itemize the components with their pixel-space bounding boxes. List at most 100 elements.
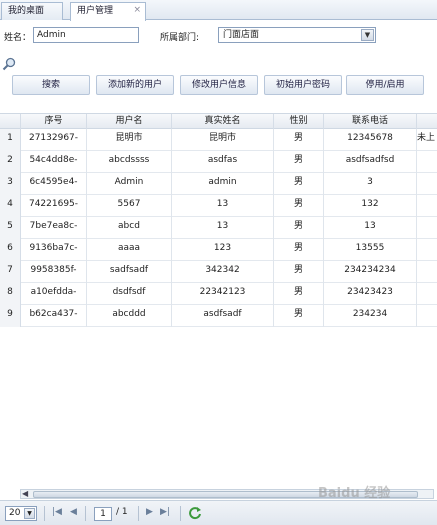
seq-cell: 9958385f- — [21, 261, 87, 283]
header-username[interactable]: 用户名 — [87, 114, 172, 129]
realname-cell: 342342 — [172, 261, 274, 283]
header-phone[interactable]: 联系电话 — [324, 114, 417, 129]
username-cell: abcddd — [87, 305, 172, 327]
grid-header: 序号 用户名 真实姓名 性别 联系电话 — [0, 113, 437, 129]
gender-cell: 男 — [274, 305, 324, 327]
phone-cell: 234234234 — [324, 261, 417, 283]
name-label: 姓名： — [4, 33, 32, 43]
row-number-cell: 5 — [0, 217, 21, 239]
chevron-down-icon[interactable]: ▼ — [361, 29, 374, 41]
first-page-icon[interactable]: |◀ — [52, 507, 62, 517]
row-number-cell: 3 — [0, 173, 21, 195]
tab-label: 用户管理 — [77, 6, 114, 16]
username-cell: abcd — [87, 217, 172, 239]
table-row[interactable]: 7 9958385f-sadfsadf 342342 男 234234234 — [0, 261, 437, 283]
table-row[interactable]: 3 6c4595e4- Admin admin 男 3 — [0, 173, 437, 195]
phone-cell: 3 — [324, 173, 417, 195]
row-number-cell: 8 — [0, 283, 21, 305]
gender-cell: 男 — [274, 283, 324, 305]
username-cell: aaaa — [87, 239, 172, 261]
pager: 20 ▼ |◀ ◀ 1 / 1 ▶ ▶| — [0, 500, 437, 525]
extra-cell — [417, 283, 437, 305]
phone-cell: 23423423 — [324, 283, 417, 305]
phone-cell: 234234 — [324, 305, 417, 327]
chevron-down-icon[interactable]: ▼ — [24, 508, 35, 519]
header-realname[interactable]: 真实姓名 — [172, 114, 274, 129]
extra-cell — [417, 151, 437, 173]
tab-user-management[interactable]: 用户管理 × — [70, 2, 146, 21]
last-page-icon[interactable]: ▶| — [160, 507, 170, 517]
page-number-input[interactable]: 1 — [94, 507, 112, 521]
phone-cell: 13555 — [324, 239, 417, 261]
extra-cell — [417, 261, 437, 283]
scroll-left-icon[interactable]: ◀ — [22, 489, 28, 498]
next-page-icon[interactable]: ▶ — [146, 507, 153, 517]
header-rownum — [0, 114, 21, 129]
pager-separator — [44, 506, 45, 521]
extra-cell — [417, 305, 437, 327]
gender-cell: 男 — [274, 173, 324, 195]
tab-label: 我的桌面 — [8, 6, 45, 16]
table-row[interactable]: 8 a10efdda-dsdfsdf 22342123 男 23423423 — [0, 283, 437, 305]
phone-cell: 132 — [324, 195, 417, 217]
search-icon[interactable] — [2, 57, 16, 71]
row-number-cell: 2 — [0, 151, 21, 173]
gender-cell: 男 — [274, 151, 324, 173]
seq-cell: 7be7ea8c- — [21, 217, 87, 239]
realname-cell: asdfsadf — [172, 305, 274, 327]
watermark-logo: Baidu 经验 — [318, 486, 391, 501]
extra-cell — [417, 217, 437, 239]
table-row[interactable]: 1 27132967- 昆明市 昆明市男 12345678 未上 — [0, 129, 437, 151]
name-input[interactable] — [33, 27, 139, 43]
prev-page-icon[interactable]: ◀ — [70, 507, 77, 517]
username-cell: Admin — [87, 173, 172, 195]
pager-separator — [85, 506, 86, 521]
page-size-select[interactable]: 20 ▼ — [5, 506, 37, 521]
gender-cell: 男 — [274, 239, 324, 261]
tab-my-desktop[interactable]: 我的桌面 — [1, 2, 63, 20]
total-pages: / 1 — [116, 507, 128, 517]
realname-cell: 昆明市 — [172, 129, 274, 151]
row-number-cell: 1 — [0, 129, 21, 151]
table-row[interactable]: 2 54c4dd8e-abcdssss asdfas 男 asdfsadfsd — [0, 151, 437, 173]
seq-cell: 9136ba7c- — [21, 239, 87, 261]
pager-separator — [180, 506, 181, 521]
department-label: 所属部门: — [160, 33, 200, 43]
search-panel: 姓名： 所属部门: 门面店面 ▼ — [0, 21, 437, 71]
row-number-cell: 6 — [0, 239, 21, 261]
extra-cell — [417, 239, 437, 261]
toggle-status-button[interactable]: 停用/启用 — [346, 75, 424, 95]
table-row[interactable]: 6 9136ba7c-aaaa 123 男 13555 — [0, 239, 437, 261]
edit-user-button[interactable]: 修改用户信息 — [180, 75, 258, 95]
username-cell: abcdssss — [87, 151, 172, 173]
refresh-icon[interactable] — [188, 506, 202, 520]
close-icon[interactable]: × — [133, 2, 141, 19]
realname-cell: admin — [172, 173, 274, 195]
gender-cell: 男 — [274, 261, 324, 283]
phone-cell: 13 — [324, 217, 417, 239]
header-gender[interactable]: 性别 — [274, 114, 324, 129]
username-cell: 5567 — [87, 195, 172, 217]
gender-cell: 男 — [274, 217, 324, 239]
add-user-button[interactable]: 添加新的用户 — [96, 75, 174, 95]
seq-cell: 6c4595e4- — [21, 173, 87, 195]
header-seq[interactable]: 序号 — [21, 114, 87, 129]
department-value: 门面店面 — [223, 30, 260, 40]
tab-bar: 我的桌面 用户管理 × — [0, 0, 437, 21]
phone-cell: asdfsadfsd — [324, 151, 417, 173]
gender-cell: 男 — [274, 195, 324, 217]
table-row[interactable]: 5 7be7ea8c-abcd 13 男 13 — [0, 217, 437, 239]
search-button[interactable]: 搜索 — [12, 75, 90, 95]
init-password-button[interactable]: 初始用户密码 — [264, 75, 342, 95]
realname-cell: 123 — [172, 239, 274, 261]
realname-cell: 13 — [172, 217, 274, 239]
table-row[interactable]: 4 74221695- 5567 13 男 132 — [0, 195, 437, 217]
realname-cell: 13 — [172, 195, 274, 217]
username-cell: 昆明市 — [87, 129, 172, 151]
phone-cell: 12345678 — [324, 129, 417, 151]
username-cell: dsdfsdf — [87, 283, 172, 305]
gender-cell: 男 — [274, 129, 324, 151]
department-select[interactable]: 门面店面 ▼ — [218, 27, 376, 43]
table-row[interactable]: 9 b62ca437- abcddd asdfsadf 男 234234 — [0, 305, 437, 327]
username-cell: sadfsadf — [87, 261, 172, 283]
